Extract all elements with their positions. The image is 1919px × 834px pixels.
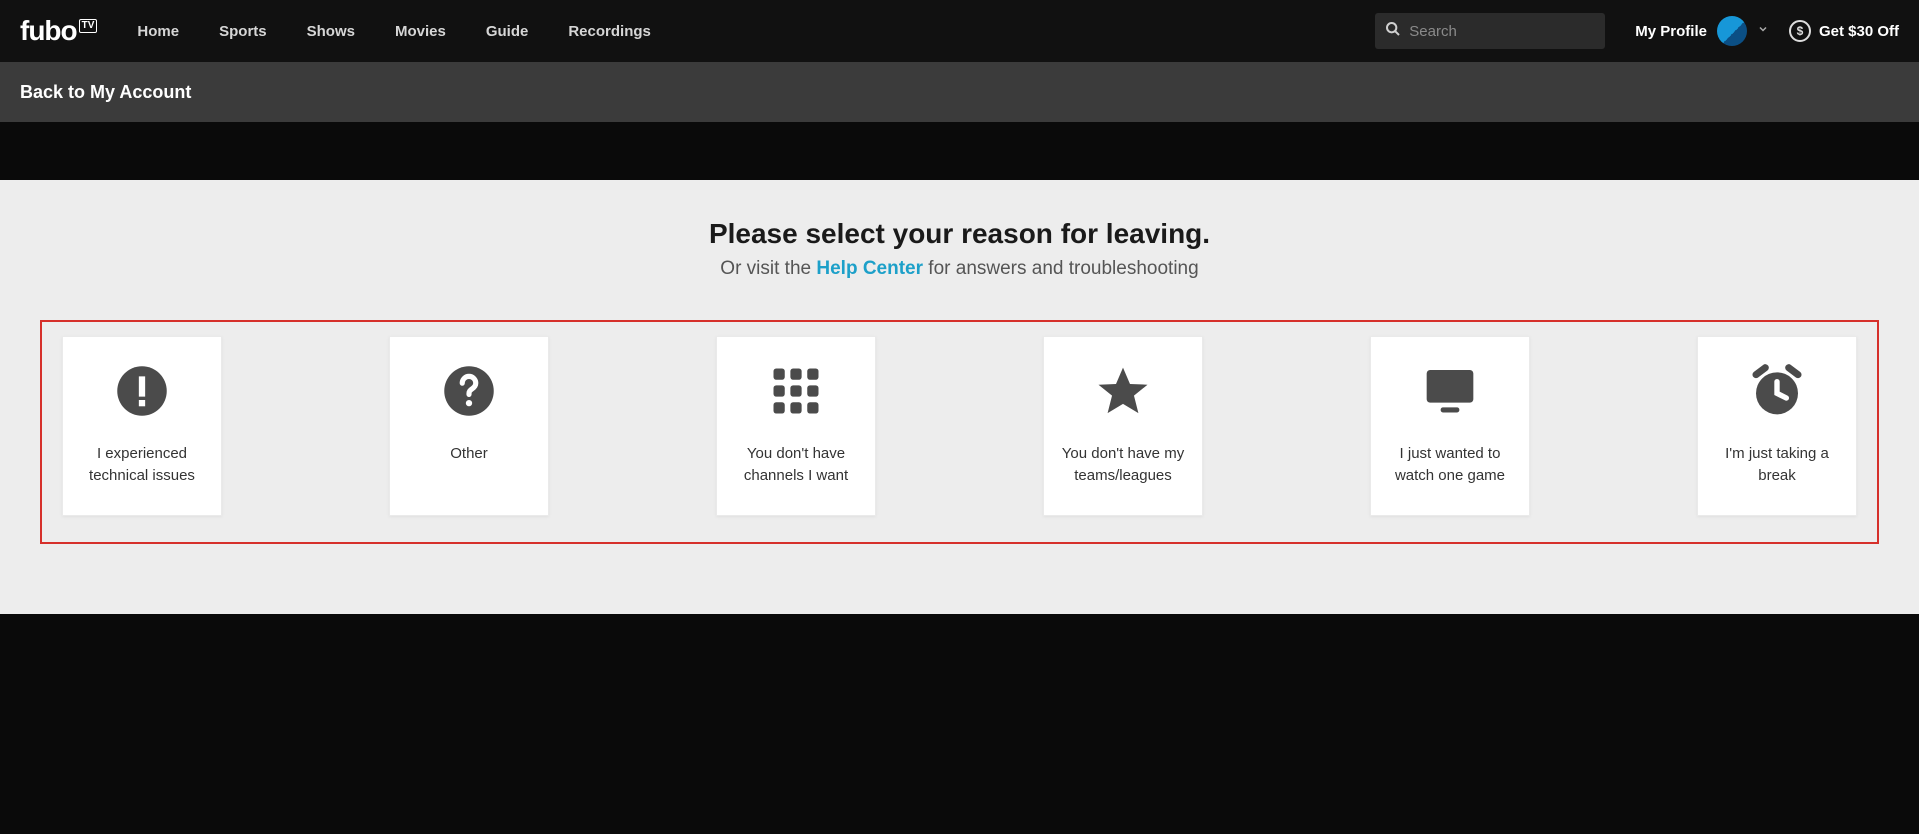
subtitle-pre: Or visit the [720,258,816,279]
reason-label: You don't have channels I want [729,443,863,487]
nav-sports[interactable]: Sports [219,23,267,40]
reason-label: I just wanted to watch one game [1383,443,1517,487]
nav-recordings[interactable]: Recordings [568,23,651,40]
logo[interactable]: fubo TV [20,15,97,47]
dollar-icon: $ [1789,20,1811,42]
nav-guide[interactable]: Guide [486,23,529,40]
search-icon [1385,21,1401,42]
reason-technical-issues[interactable]: I experienced technical issues [62,336,222,516]
reason-label: I experienced technical issues [75,443,209,487]
monitor-icon [1422,363,1478,419]
page-subtitle: Or visit the Help Center for answers and… [0,258,1919,280]
reason-label: You don't have my teams/leagues [1056,443,1190,487]
top-nav: fubo TV Home Sports Shows Movies Guide R… [0,0,1919,62]
nav-home[interactable]: Home [137,23,179,40]
page-title: Please select your reason for leaving. [0,218,1919,250]
nav-movies[interactable]: Movies [395,23,446,40]
help-center-link[interactable]: Help Center [816,258,923,279]
promo-link[interactable]: $ Get $30 Off [1789,20,1899,42]
profile-label: My Profile [1635,23,1707,40]
grid-icon [768,363,824,419]
reason-label: I'm just taking a break [1710,443,1844,487]
profile-menu[interactable]: My Profile [1635,16,1769,46]
reason-cards: I experienced technical issues Other You… [62,336,1857,516]
search-input[interactable] [1409,23,1595,40]
logo-text: fubo [20,15,77,47]
promo-label: Get $30 Off [1819,23,1899,40]
exclamation-icon [114,363,170,419]
reason-label: Other [450,443,488,465]
subtitle-post: for answers and troubleshooting [923,258,1199,279]
cancel-reason-panel: Please select your reason for leaving. O… [0,180,1919,614]
avatar [1717,16,1747,46]
search-box[interactable] [1375,13,1605,49]
reason-missing-channels[interactable]: You don't have channels I want [716,336,876,516]
chevron-down-icon [1757,22,1769,40]
reason-missing-teams[interactable]: You don't have my teams/leagues [1043,336,1203,516]
logo-tv: TV [79,19,98,33]
reason-other[interactable]: Other [389,336,549,516]
nav-links: Home Sports Shows Movies Guide Recording… [137,23,1375,40]
reason-taking-break[interactable]: I'm just taking a break [1697,336,1857,516]
footer-spacer [0,614,1919,834]
reason-cards-highlight: I experienced technical issues Other You… [40,320,1879,544]
star-icon [1095,363,1151,419]
spacer [0,122,1919,180]
reason-one-game[interactable]: I just wanted to watch one game [1370,336,1530,516]
nav-shows[interactable]: Shows [307,23,355,40]
subheader: Back to My Account [0,62,1919,122]
alarm-icon [1749,363,1805,419]
question-icon [441,363,497,419]
back-to-account-link[interactable]: Back to My Account [20,82,191,103]
